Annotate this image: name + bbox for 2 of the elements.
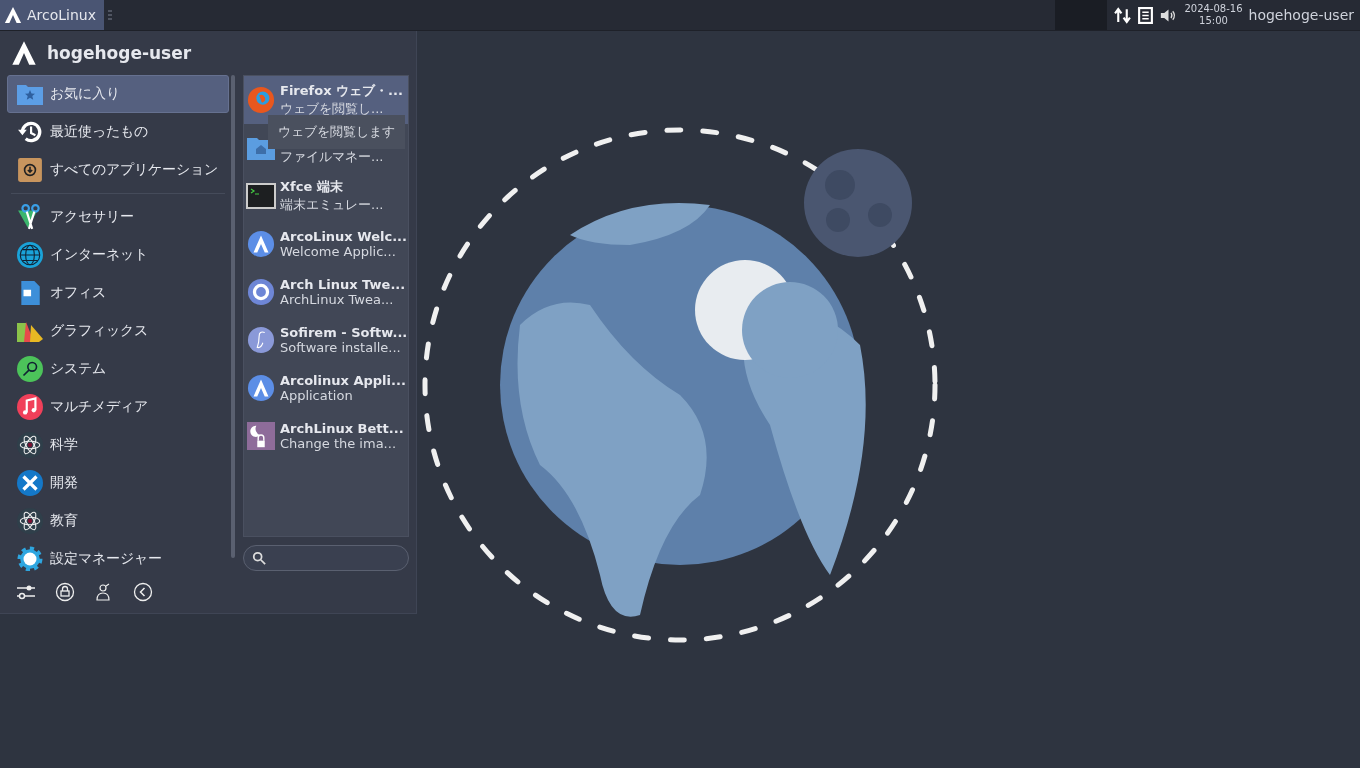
user-name: hogehoge-user (47, 43, 192, 63)
tooltip: ウェブを閲覧します (268, 115, 405, 149)
